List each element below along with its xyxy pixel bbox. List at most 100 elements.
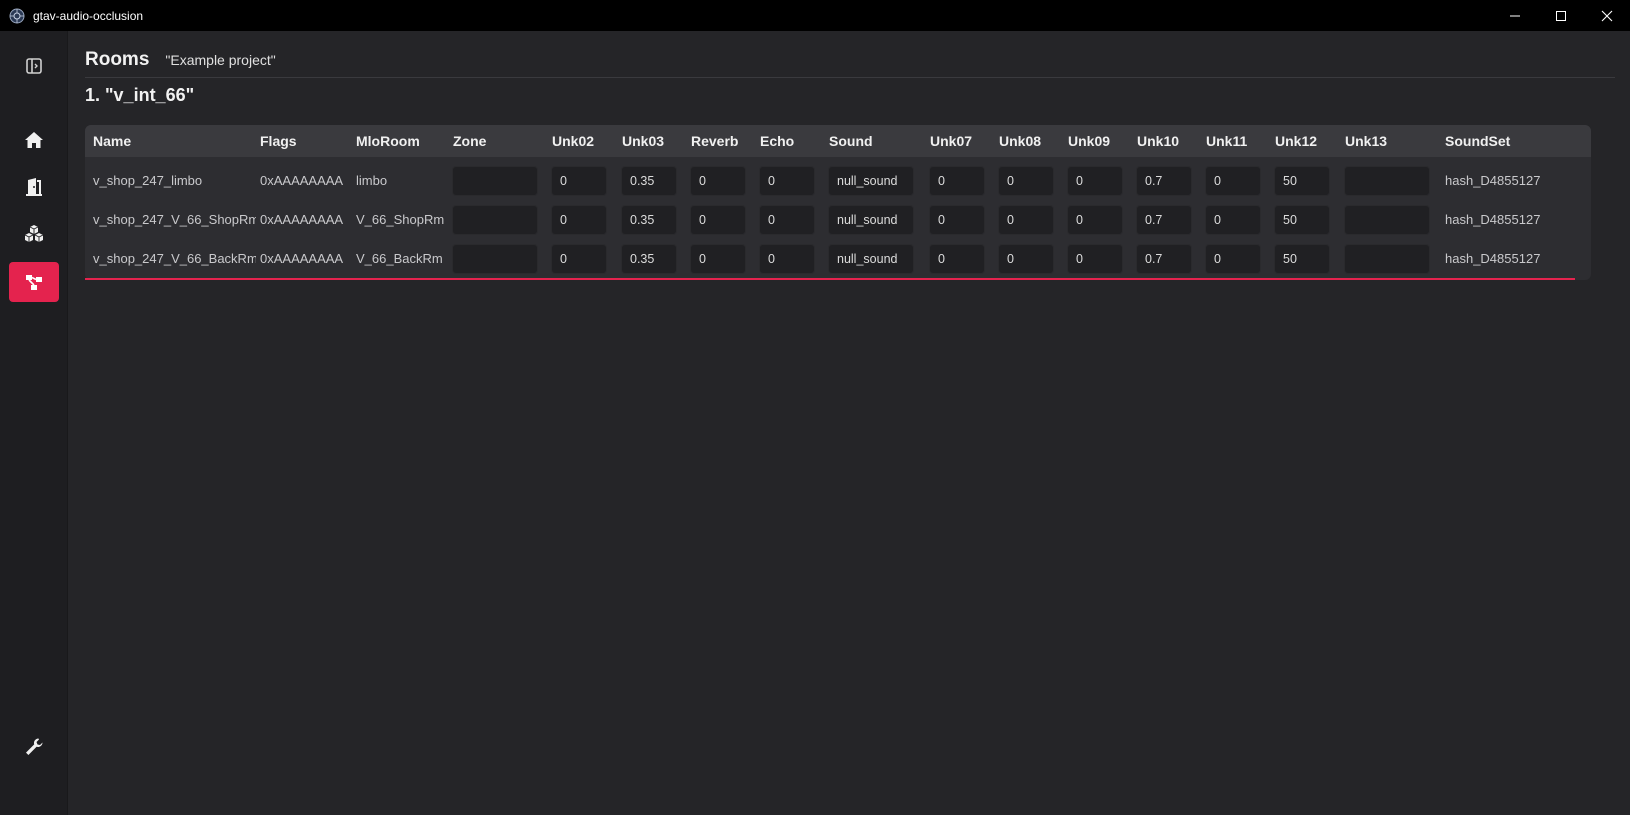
sound-input[interactable]: null_sound [828, 244, 914, 274]
unk13-input[interactable] [1344, 166, 1430, 196]
name-cell: v_shop_247_V_66_BackRm [93, 251, 256, 266]
app-logo-icon [9, 8, 25, 23]
column-header-unk13: Unk13 [1345, 133, 1388, 149]
sidebar-item-rooms[interactable] [9, 262, 59, 302]
table-row: v_shop_247_V_66_ShopRm 0xAAAAAAAA V_66_Sho… [85, 200, 1591, 240]
column-header-zone: Zone [453, 133, 487, 149]
unk11-input[interactable]: 0 [1205, 166, 1261, 196]
mloroom-cell: limbo [356, 173, 388, 188]
table-row: v_shop_247_V_66_BackRm 0xAAAAAAAA V_66_Bac… [85, 239, 1591, 279]
sidebar-toggle-button[interactable] [9, 46, 59, 86]
sound-input[interactable]: null_sound [828, 205, 914, 235]
unk07-input[interactable]: 0 [929, 205, 985, 235]
interior-title: 1. "v_int_66" [85, 85, 195, 105]
unk12-input[interactable]: 50 [1274, 205, 1330, 235]
unk09-input[interactable]: 0 [1067, 244, 1123, 274]
unk07-input[interactable]: 0 [929, 166, 985, 196]
sidebar-toggle-icon [26, 58, 42, 74]
zone-input[interactable] [452, 166, 538, 196]
main-content: Rooms "Example project" 1. "v_int_66" Na… [68, 31, 1630, 815]
boxes-icon [24, 225, 44, 242]
sidebar-item-home[interactable] [9, 120, 59, 160]
name-cell: v_shop_247_limbo [93, 173, 203, 188]
mloroom-cell: V_66_ShopRm [356, 212, 445, 227]
unk02-input[interactable]: 0 [551, 166, 607, 196]
soundset-cell: hash_D4855127 [1445, 251, 1541, 266]
page-header: Rooms "Example project" [85, 49, 1615, 78]
table-scroll-indicator [85, 278, 1575, 280]
flags-cell: 0xAAAAAAAA [260, 173, 344, 188]
page-title: Rooms [85, 49, 150, 70]
unk09-input[interactable]: 0 [1067, 166, 1123, 196]
maximize-button[interactable] [1538, 0, 1584, 31]
echo-input[interactable]: 0 [759, 205, 815, 235]
echo-input[interactable]: 0 [759, 244, 815, 274]
sidebar-item-portals[interactable] [9, 167, 59, 207]
unk10-input[interactable]: 0.7 [1136, 205, 1192, 235]
sidebar-item-settings[interactable] [9, 727, 59, 767]
unk11-input[interactable]: 0 [1205, 244, 1261, 274]
close-icon [1601, 10, 1613, 21]
column-header-unk07: Unk07 [930, 133, 973, 149]
reverb-input[interactable]: 0 [690, 205, 746, 235]
sidebar [0, 31, 68, 815]
unk12-input[interactable]: 50 [1274, 244, 1330, 274]
unk08-input[interactable]: 0 [998, 166, 1054, 196]
unk03-input[interactable]: 0.35 [621, 205, 677, 235]
column-header-reverb: Reverb [691, 133, 739, 149]
flags-cell: 0xAAAAAAAA [260, 212, 344, 227]
unk08-input[interactable]: 0 [998, 244, 1054, 274]
wrench-icon [26, 738, 43, 755]
unk02-input[interactable]: 0 [551, 244, 607, 274]
soundset-cell: hash_D4855127 [1445, 173, 1541, 188]
unk02-input[interactable]: 0 [551, 205, 607, 235]
name-cell: v_shop_247_V_66_ShopRm [93, 212, 256, 227]
unk09-input[interactable]: 0 [1067, 205, 1123, 235]
rooms-table: Name Flags MloRoom Zone Unk02 Unk03 Reverb Echo… [85, 125, 1591, 280]
table-header: Name Flags MloRoom Zone Unk02 Unk03 Reverb Echo… [85, 125, 1591, 157]
unk11-input[interactable]: 0 [1205, 205, 1261, 235]
column-header-unk08: Unk08 [999, 133, 1042, 149]
column-header-unk03: Unk03 [622, 133, 665, 149]
unk03-input[interactable]: 0.35 [621, 244, 677, 274]
door-icon [26, 178, 42, 196]
unk13-input[interactable] [1344, 244, 1430, 274]
table-row: v_shop_247_limbo 0xAAAAAAAA limbo 0 0.35 0 0 nu… [85, 161, 1591, 201]
minimize-button[interactable] [1492, 0, 1538, 31]
echo-input[interactable]: 0 [759, 166, 815, 196]
column-header-unk12: Unk12 [1275, 133, 1318, 149]
column-header-sound: Sound [829, 133, 873, 149]
nodes-icon [26, 275, 42, 290]
column-header-unk10: Unk10 [1137, 133, 1180, 149]
soundset-cell: hash_D4855127 [1445, 212, 1541, 227]
column-header-echo: Echo [760, 133, 795, 149]
reverb-input[interactable]: 0 [690, 166, 746, 196]
unk12-input[interactable]: 50 [1274, 166, 1330, 196]
column-header-unk11: Unk11 [1206, 133, 1248, 149]
column-header-name: Name [93, 133, 132, 149]
zone-input[interactable] [452, 205, 538, 235]
unk08-input[interactable]: 0 [998, 205, 1054, 235]
unk03-input[interactable]: 0.35 [621, 166, 677, 196]
close-button[interactable] [1584, 0, 1630, 31]
unk07-input[interactable]: 0 [929, 244, 985, 274]
mloroom-cell: V_66_BackRm [356, 251, 443, 266]
unk13-input[interactable] [1344, 205, 1430, 235]
zone-input[interactable] [452, 244, 538, 274]
unk10-input[interactable]: 0.7 [1136, 244, 1192, 274]
sound-input[interactable]: null_sound [828, 166, 914, 196]
column-header-soundset: SoundSet [1445, 133, 1511, 149]
column-header-unk02: Unk02 [552, 133, 595, 149]
maximize-icon [1556, 10, 1566, 21]
sidebar-item-entities[interactable] [9, 214, 59, 254]
unk10-input[interactable]: 0.7 [1136, 166, 1192, 196]
reverb-input[interactable]: 0 [690, 244, 746, 274]
column-header-mloroom: MloRoom [356, 133, 420, 149]
column-header-flags: Flags [260, 133, 297, 149]
project-name: "Example project" [165, 52, 276, 68]
home-icon [25, 132, 43, 148]
window-title: gtav-audio-occlusion [33, 8, 144, 23]
minimize-icon [1510, 15, 1520, 16]
flags-cell: 0xAAAAAAAA [260, 251, 344, 266]
title-bar: gtav-audio-occlusion [0, 0, 1630, 31]
